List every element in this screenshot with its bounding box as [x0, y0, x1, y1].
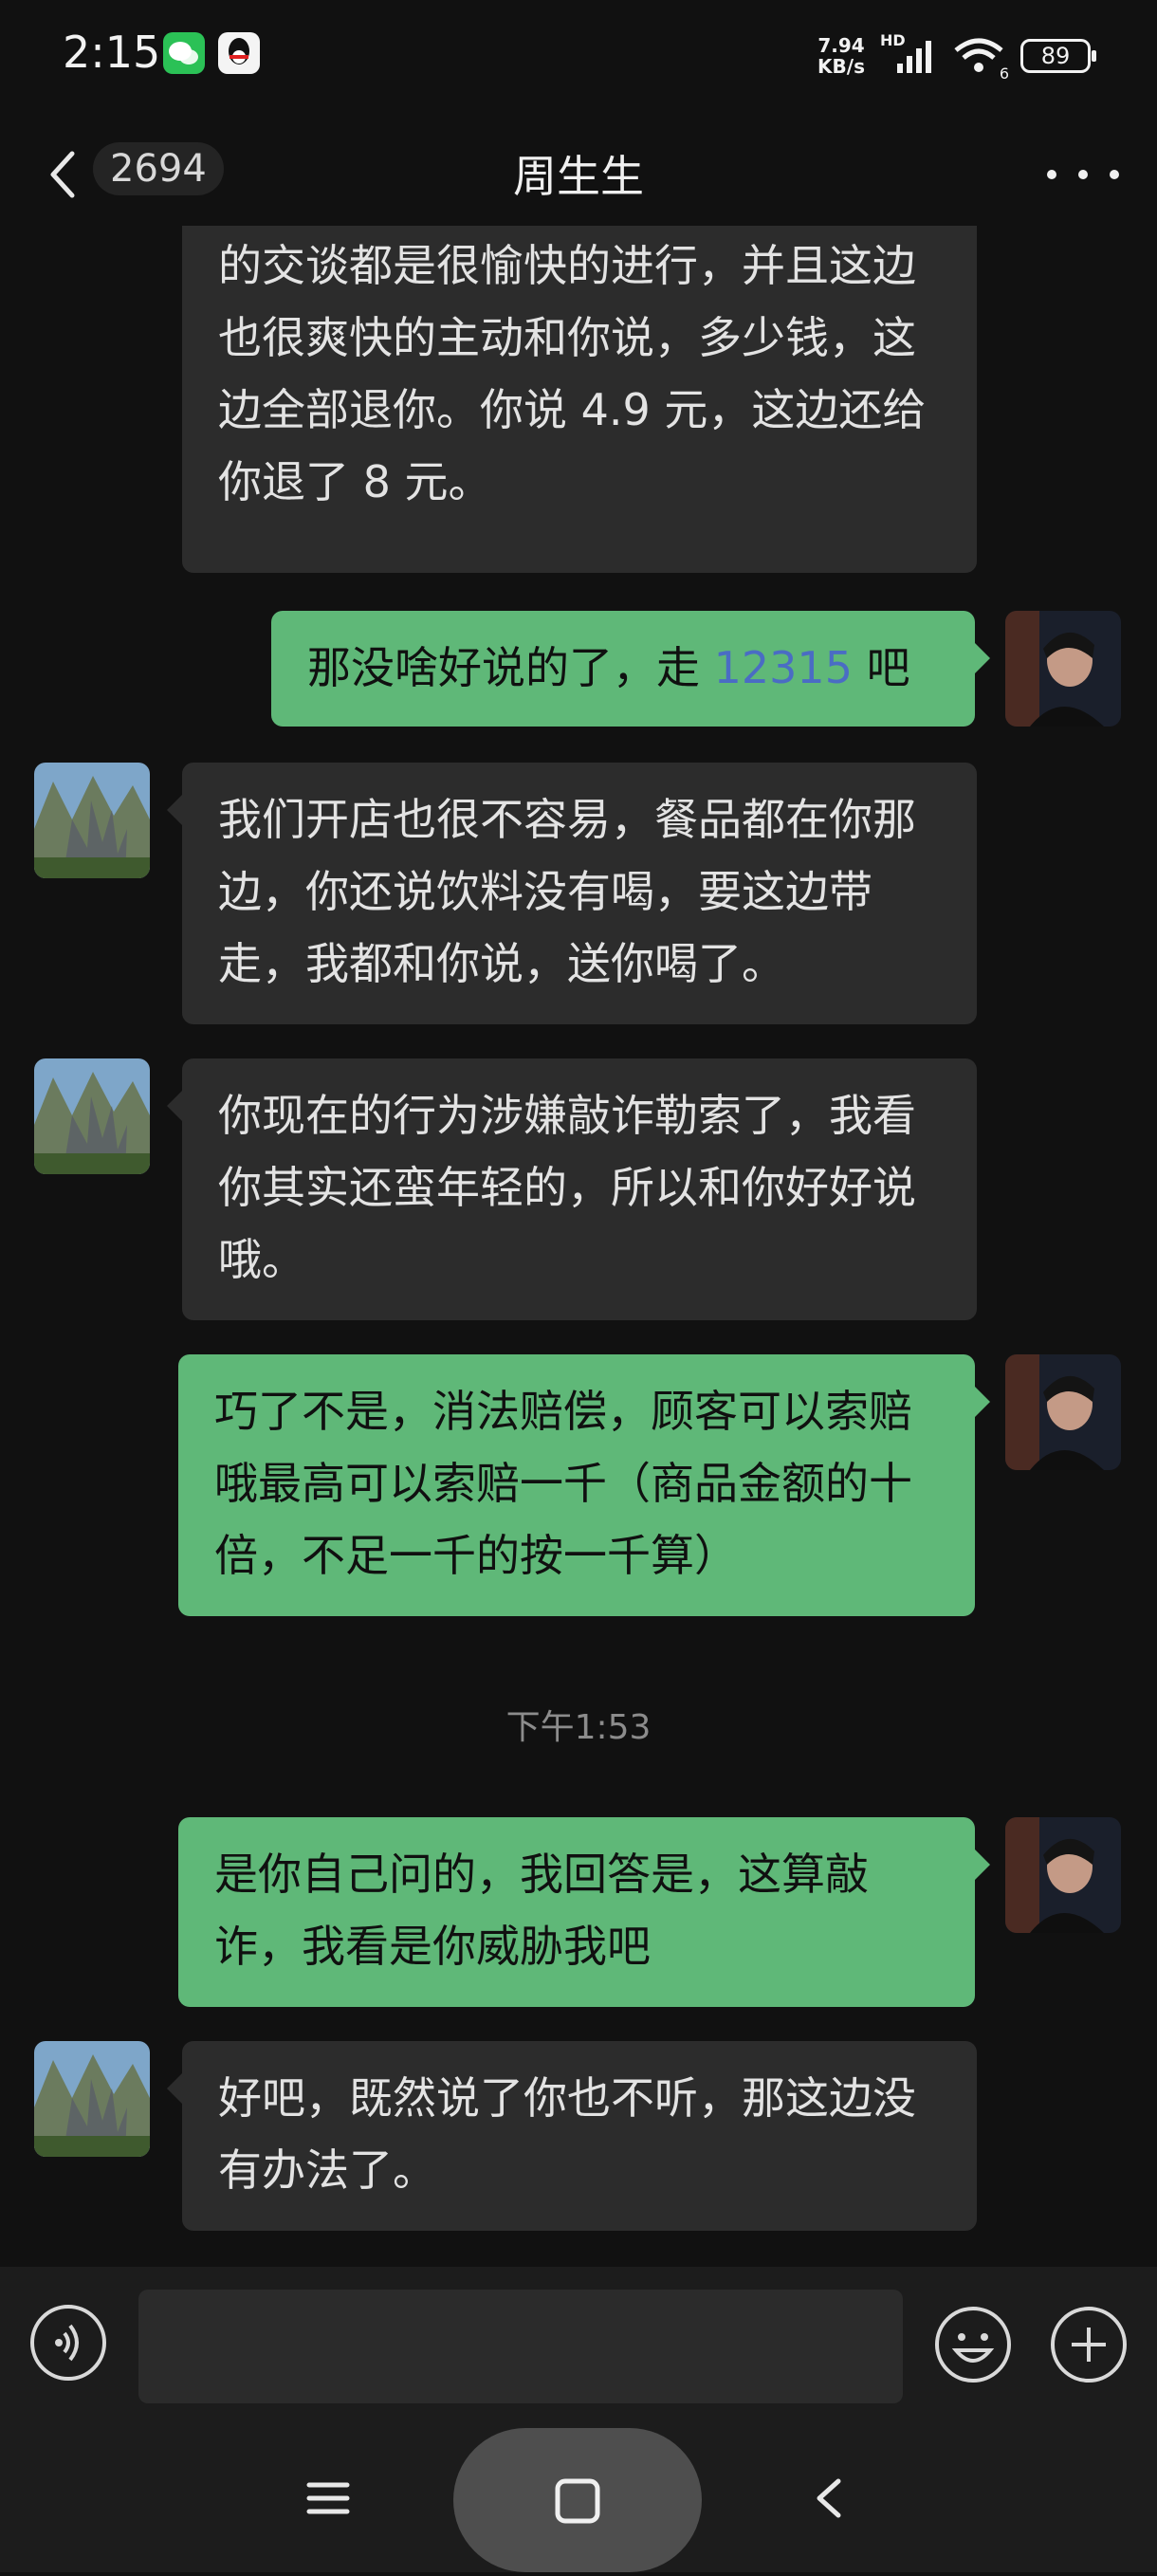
home-square-icon	[555, 2478, 600, 2524]
recent-apps-button[interactable]	[305, 2475, 351, 2521]
message-text: 好吧，既然说了你也不听，那这边没有办法了。	[218, 2072, 916, 2196]
status-time: 2:15	[63, 27, 161, 78]
emoji-icon	[935, 2307, 1011, 2383]
message-text: 我们开店也很不容易，餐品都在你那边，你还说饮料没有喝，要这边带走，我都和你说，送…	[218, 794, 916, 989]
incoming-message[interactable]: 你现在的行为涉嫌敲诈勒索了，我看你其实还蛮年轻的，所以和你好好说哦。	[167, 1058, 977, 1320]
message-text: 吧	[852, 642, 910, 693]
qq-notification-icon	[218, 32, 260, 74]
voice-icon	[55, 2324, 79, 2362]
my-avatar[interactable]	[1005, 611, 1121, 727]
system-back-button[interactable]	[808, 2475, 854, 2521]
chat-header: 2694 周生生	[0, 121, 1157, 226]
phone-number-link[interactable]: 12315	[714, 642, 853, 693]
message-timestamp: 下午1:53	[505, 1708, 652, 1747]
emoji-button[interactable]	[933, 2305, 1013, 2384]
plus-icon	[1051, 2307, 1127, 2383]
wifi-label: 6	[999, 64, 1009, 83]
message-text: 是你自己问的，我回答是，这算敲诈，我看是你威胁我吧	[214, 1849, 869, 1972]
plus-button[interactable]	[1049, 2305, 1129, 2384]
message-input[interactable]	[138, 2290, 903, 2403]
input-bar	[0, 2267, 1157, 2428]
incoming-message[interactable]: 好吧，既然说了你也不听，那这边没有办法了。	[167, 2041, 977, 2231]
home-button[interactable]	[453, 2428, 702, 2572]
more-dots-icon	[1047, 170, 1056, 179]
message-list[interactable]: 这就已经给你全额退款了，我们所有的交谈都是很愉快的进行，并且这边也很爽快的主动和…	[0, 226, 1157, 2267]
my-avatar[interactable]	[1005, 1354, 1121, 1470]
voice-button[interactable]	[30, 2305, 106, 2381]
outgoing-message[interactable]: 那没啥好说的了，走 12315 吧	[271, 611, 990, 727]
system-navigation-bar	[0, 2428, 1157, 2572]
more-dots-icon	[1110, 170, 1119, 179]
signal-icon: HD	[880, 31, 937, 77]
contact-avatar[interactable]	[34, 1058, 150, 1174]
wechat-notification-icon	[163, 32, 205, 74]
net-speed-unit: KB/s	[817, 55, 865, 78]
network-speed: 7.94 KB/s	[817, 35, 865, 77]
message-text: 巧了不是，消法赔偿，顾客可以索赔哦最高可以索赔一千（商品金额的十倍，不足一千的按…	[214, 1386, 912, 1581]
status-bar: 2:15 7.94 KB/s HD 6 89	[0, 0, 1157, 114]
incoming-message[interactable]: 我们开店也很不容易，餐品都在你那边，你还说饮料没有喝，要这边带走，我都和你说，送…	[167, 763, 977, 1024]
more-button[interactable]	[1047, 156, 1119, 193]
battery-indicator: 89	[1020, 39, 1096, 73]
back-chevron-icon	[817, 2478, 841, 2518]
message-text: 那没啥好说的了，走	[307, 642, 714, 693]
more-dots-icon	[1078, 170, 1088, 179]
contact-avatar[interactable]	[34, 2041, 150, 2157]
outgoing-message[interactable]: 是你自己问的，我回答是，这算敲诈，我看是你威胁我吧	[178, 1817, 990, 2007]
my-avatar[interactable]	[1005, 1817, 1121, 1933]
wifi-icon: 6	[952, 35, 1009, 83]
menu-icon	[306, 2482, 350, 2514]
message-text: 你现在的行为涉嫌敲诈勒索了，我看你其实还蛮年轻的，所以和你好好说哦。	[218, 1090, 916, 1285]
chat-title: 周生生	[513, 151, 644, 202]
net-speed-value: 7.94	[817, 34, 865, 57]
contact-avatar[interactable]	[34, 763, 150, 878]
message-text: 这就已经给你全额退款了，我们所有的交谈都是很愉快的进行，并且这边也很爽快的主动和…	[218, 240, 927, 507]
incoming-message[interactable]: 这就已经给你全额退款了，我们所有的交谈都是很愉快的进行，并且这边也很爽快的主动和…	[182, 226, 977, 573]
status-indicators: 7.94 KB/s HD 6 89	[817, 31, 1096, 83]
battery-level: 89	[1040, 43, 1071, 69]
outgoing-message[interactable]: 巧了不是，消法赔偿，顾客可以索赔哦最高可以索赔一千（商品金额的十倍，不足一千的按…	[178, 1354, 990, 1616]
